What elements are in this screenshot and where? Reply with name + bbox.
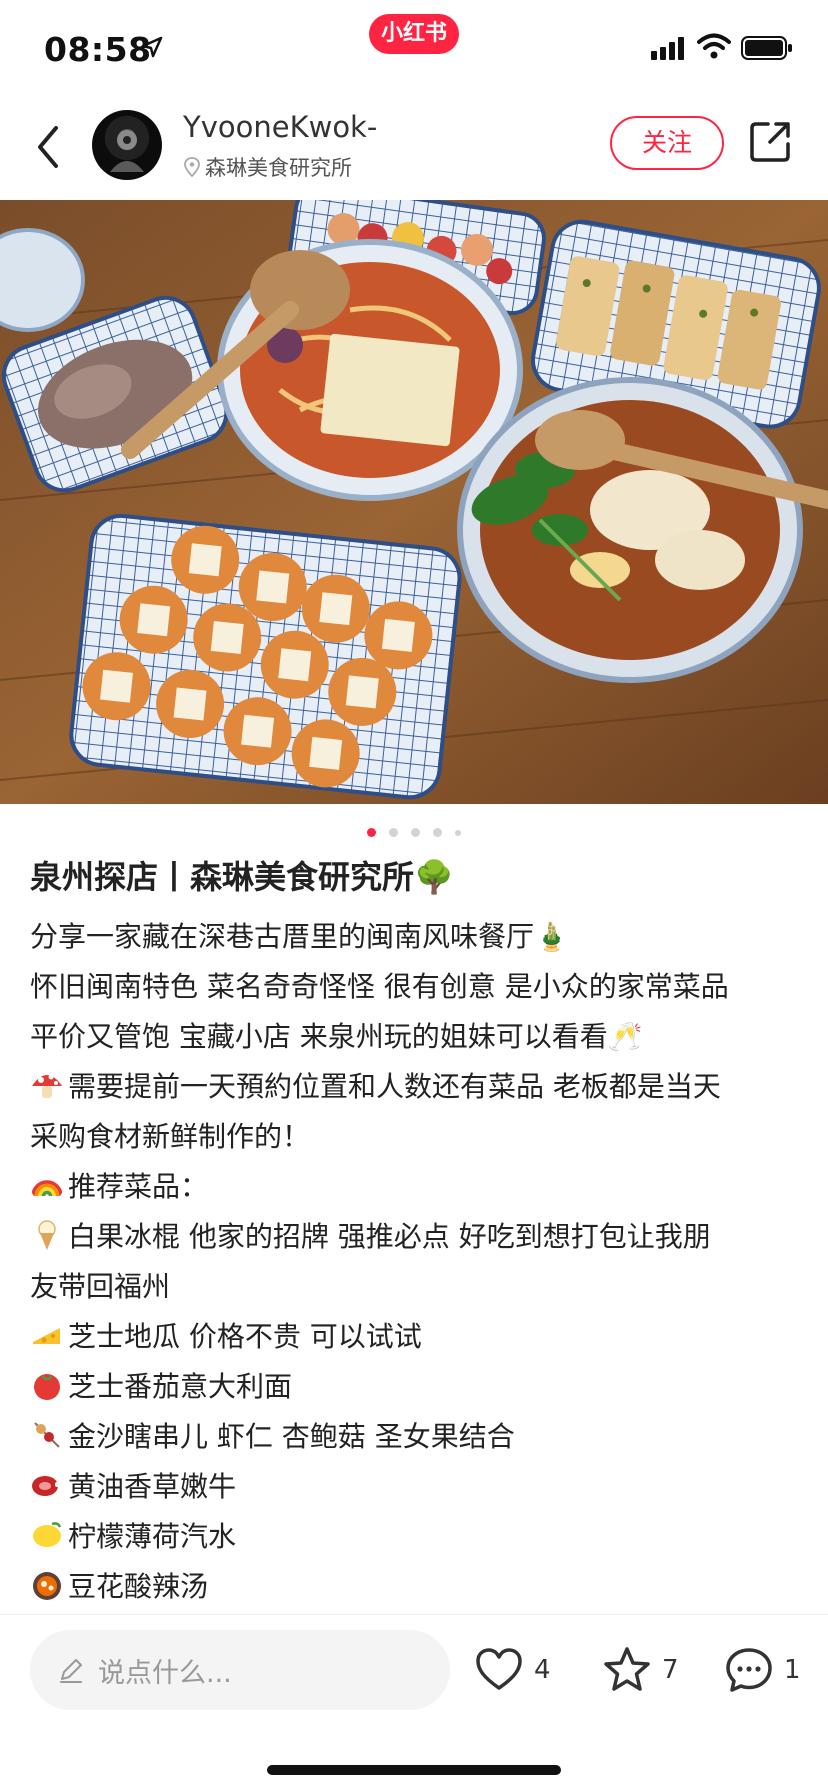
comment-count: 1 <box>784 1655 801 1685</box>
post-line: 黄油香草嫩牛 <box>30 1462 800 1512</box>
status-time: 08:58 <box>44 30 152 69</box>
lemon-icon <box>33 1522 62 1547</box>
home-indicator[interactable] <box>267 1765 561 1775</box>
ice-cream-icon <box>38 1220 56 1250</box>
wifi-icon <box>697 33 731 59</box>
collect-button[interactable]: 7 <box>602 1644 679 1696</box>
skewer-icon <box>33 1421 61 1449</box>
collect-count: 7 <box>662 1655 679 1685</box>
tomato-icon <box>34 1374 60 1400</box>
post-line: 采购食材新鲜制作的！ <box>30 1120 311 1153</box>
post-line: 芝士番茄意大利面 <box>30 1362 800 1412</box>
post-line: 友带回福州 <box>30 1270 171 1303</box>
share-icon[interactable] <box>748 118 794 164</box>
carousel-dot[interactable] <box>433 828 443 837</box>
post-header: YvooneKwok- 森琳美食研究所 关注 <box>0 96 828 200</box>
meat-icon <box>32 1476 63 1496</box>
post-title: 泉州探店丨森琳美食研究所🌳 <box>30 858 454 896</box>
cellular-signal-icon <box>651 37 684 60</box>
app-logo-badge: 小红书 <box>369 14 459 54</box>
map-pin-icon <box>184 157 200 177</box>
star-icon <box>604 1647 650 1691</box>
location-arrow-icon <box>141 36 163 58</box>
food-photo-illustration <box>0 200 828 804</box>
post-line: 柠檬薄荷汽水 <box>30 1512 800 1562</box>
post-line: 推荐菜品： <box>30 1162 800 1212</box>
post-line: 怀旧闽南特色 菜名奇奇怪怪 很有创意 是小众的家常菜品 <box>30 970 729 1003</box>
post-line: 分享一家藏在深巷古厝里的闽南风味餐厅🎍 <box>30 920 569 953</box>
post-line: 需要提前一天預約位置和人数还有菜品 老板都是当天 <box>30 1062 800 1112</box>
cheese-icon <box>33 1328 60 1344</box>
rainbow-icon <box>31 1180 63 1197</box>
follow-button[interactable]: 关注 <box>610 116 724 170</box>
bottom-bar-divider <box>0 1614 828 1615</box>
post-line: 芝士地瓜 价格不贵 可以试试 <box>30 1312 800 1362</box>
carousel-dot-active[interactable] <box>366 828 376 837</box>
back-chevron-icon[interactable] <box>28 118 68 176</box>
comment-input[interactable]: 说点什么... <box>30 1630 450 1710</box>
post-line: 豆花酸辣汤 <box>30 1562 800 1612</box>
carousel-dot[interactable] <box>388 828 398 837</box>
battery-icon <box>741 36 792 60</box>
author-name[interactable]: YvooneKwok- <box>183 110 377 144</box>
post-photo[interactable] <box>0 200 828 804</box>
chat-bubble-icon <box>726 1648 772 1692</box>
carousel-dot[interactable] <box>411 828 420 837</box>
carousel-dot[interactable] <box>455 829 462 836</box>
post-line: 平价又管饱 宝藏小店 来泉州玩的姐妹可以看看🥂 <box>30 1020 643 1053</box>
comment-button[interactable]: 1 <box>724 1644 801 1696</box>
avatar-portrait-icon <box>110 130 144 172</box>
post-line: 金沙瞎串儿 虾仁 杏鲍菇 圣女果结合 <box>30 1412 800 1462</box>
heart-icon <box>476 1648 522 1690</box>
status-bar: 08:58 小红书 <box>0 0 828 96</box>
hotpot-icon <box>33 1572 61 1600</box>
location-tag[interactable]: 森琳美食研究所 <box>183 152 352 182</box>
post-body: 分享一家藏在深巷古厝里的闽南风味餐厅🎍 怀旧闽南特色 菜名奇奇怪怪 很有创意 是… <box>30 912 800 1612</box>
pencil-icon <box>60 1659 82 1683</box>
post-line: 白果冰棍 他家的招牌 强推必点 好吃到想打包让我朋 <box>30 1212 800 1262</box>
like-count: 4 <box>534 1655 551 1685</box>
author-avatar[interactable] <box>92 110 162 180</box>
like-button[interactable]: 4 <box>474 1644 551 1696</box>
carousel-indicator[interactable] <box>0 822 828 838</box>
location-label: 森琳美食研究所 <box>205 156 352 180</box>
mushroom-icon <box>32 1074 62 1098</box>
comment-placeholder: 说点什么... <box>98 1657 232 1689</box>
